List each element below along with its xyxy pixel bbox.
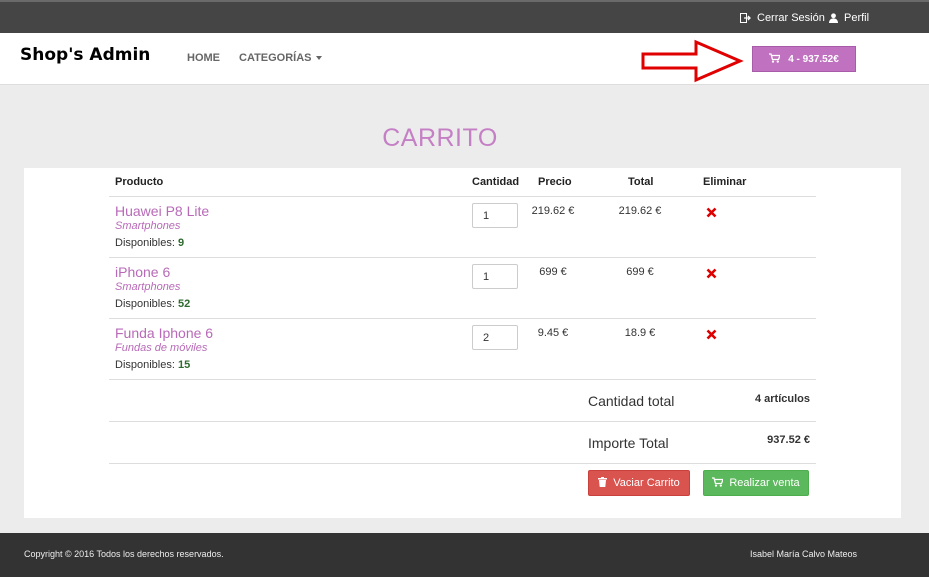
stock-label: Disponibles: — [115, 237, 175, 249]
product-total: 699 € — [626, 266, 654, 278]
stock-value: 52 — [177, 298, 191, 310]
product-stock: Disponibles: 52 — [115, 298, 190, 310]
product-stock: Disponibles: 15 — [115, 359, 190, 371]
total-quantity-label: Cantidad total — [588, 393, 675, 409]
remove-icon[interactable] — [706, 205, 717, 223]
author-text: Isabel María Calvo Mateos — [750, 549, 858, 559]
cart-summary: 4 - 937.52€ — [788, 53, 839, 65]
quantity-input[interactable] — [472, 203, 518, 228]
page-title: CARRITO — [382, 124, 498, 152]
product-total: 219.62 € — [618, 205, 662, 217]
product-price: 699 € — [539, 266, 567, 278]
logout-icon — [740, 13, 751, 23]
header-total: Total — [628, 176, 654, 188]
logout-link[interactable]: Cerrar Sesión — [740, 12, 825, 24]
stock-value: 15 — [177, 359, 191, 371]
stock-value: 9 — [177, 237, 185, 249]
product-category: Fundas de móviles — [115, 342, 208, 354]
copyright-text: Copyright © 2016 Todos los derechos rese… — [24, 549, 224, 559]
caret-down-icon — [315, 56, 322, 61]
header-product: Producto — [115, 176, 164, 188]
nav-home[interactable]: HOME — [187, 52, 220, 64]
header-remove: Eliminar — [703, 176, 747, 188]
header-quantity: Cantidad — [472, 176, 520, 188]
product-category: Smartphones — [115, 220, 181, 232]
checkout-label: Realizar venta — [729, 477, 800, 489]
product-name[interactable]: Huawei P8 Lite — [115, 203, 209, 219]
remove-icon[interactable] — [706, 327, 717, 345]
brand-logo[interactable]: Shop's Admin — [20, 45, 150, 65]
divider — [109, 318, 816, 319]
product-price: 9.45 € — [537, 327, 569, 339]
total-amount-label: Importe Total — [588, 435, 669, 451]
stock-label: Disponibles: — [115, 359, 175, 371]
trash-icon — [598, 476, 608, 490]
divider — [109, 379, 816, 380]
checkout-button[interactable]: Realizar venta — [703, 470, 809, 496]
total-quantity-value: 4 artículos — [754, 393, 810, 405]
empty-cart-button[interactable]: Vaciar Carrito — [588, 470, 690, 496]
cart-icon — [712, 476, 725, 490]
divider — [109, 463, 816, 464]
product-stock: Disponibles: 9 — [115, 237, 184, 249]
quantity-input[interactable] — [472, 325, 518, 350]
stock-label: Disponibles: — [115, 298, 175, 310]
top-bar: Cerrar Sesión Perfil — [0, 0, 929, 33]
product-name[interactable]: iPhone 6 — [115, 264, 170, 280]
nav-categories-label: CATEGORÍAS — [239, 52, 312, 64]
product-price: 219.62 € — [531, 205, 575, 217]
profile-label: Perfil — [844, 12, 870, 24]
header-price: Precio — [538, 176, 572, 188]
cart-button[interactable]: 4 - 937.52€ — [752, 46, 856, 72]
divider — [109, 257, 816, 258]
profile-link[interactable]: Perfil — [829, 12, 869, 24]
quantity-input[interactable] — [472, 264, 518, 289]
nav-categories[interactable]: CATEGORÍAS — [239, 52, 322, 64]
remove-icon[interactable] — [706, 266, 717, 284]
product-total: 18.9 € — [624, 327, 656, 339]
divider — [109, 421, 816, 422]
product-name[interactable]: Funda Iphone 6 — [115, 325, 213, 341]
product-category: Smartphones — [115, 281, 181, 293]
cart-icon — [769, 52, 782, 66]
logout-label: Cerrar Sesión — [757, 12, 825, 24]
empty-cart-label: Vaciar Carrito — [613, 477, 680, 489]
user-icon — [829, 13, 838, 23]
footer: Copyright © 2016 Todos los derechos rese… — [0, 533, 929, 577]
total-amount-value: 937.52 € — [767, 434, 810, 446]
divider — [109, 196, 816, 197]
red-arrow-icon — [640, 38, 746, 89]
